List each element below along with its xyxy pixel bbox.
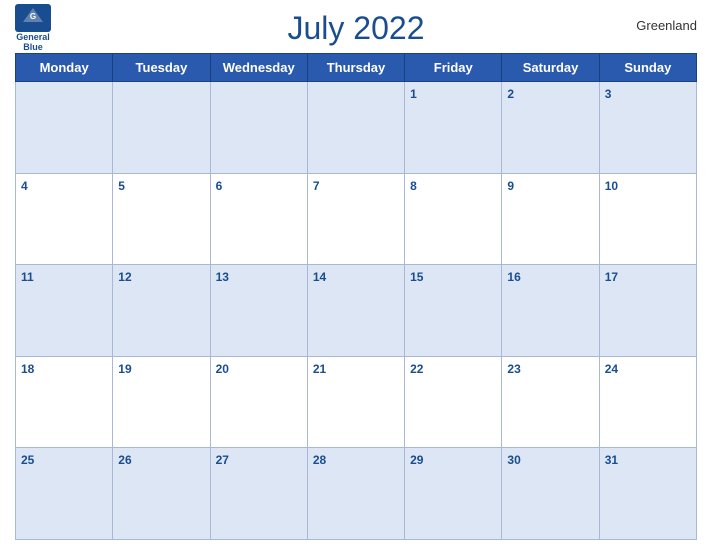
col-wednesday: Wednesday: [210, 54, 307, 82]
logo: G General Blue: [15, 4, 51, 53]
calendar-cell: 8: [405, 173, 502, 265]
region-label: Greenland: [636, 18, 697, 33]
col-thursday: Thursday: [307, 54, 404, 82]
day-number: 11: [21, 270, 34, 284]
calendar-week-row: 4 5 6 7 8 9 10: [16, 173, 697, 265]
col-saturday: Saturday: [502, 54, 599, 82]
day-number: 23: [507, 362, 520, 376]
calendar-cell: 2: [502, 82, 599, 174]
calendar-cell: 11: [16, 265, 113, 357]
calendar-cell: [16, 82, 113, 174]
calendar-cell: 14: [307, 265, 404, 357]
calendar-cell: 10: [599, 173, 696, 265]
calendar-cell: [307, 82, 404, 174]
weekday-header-row: Monday Tuesday Wednesday Thursday Friday…: [16, 54, 697, 82]
day-number: 9: [507, 179, 514, 193]
col-monday: Monday: [16, 54, 113, 82]
calendar-cell: 29: [405, 448, 502, 540]
day-number: 27: [216, 453, 229, 467]
calendar-week-row: 11 12 13 14 15 16 17: [16, 265, 697, 357]
calendar-cell: 30: [502, 448, 599, 540]
day-number: 1: [410, 87, 417, 101]
calendar-cell: 26: [113, 448, 210, 540]
day-number: 24: [605, 362, 618, 376]
day-number: 28: [313, 453, 326, 467]
calendar-cell: 21: [307, 356, 404, 448]
month-title: July 2022: [288, 10, 425, 47]
logo-text: General Blue: [16, 33, 50, 53]
day-number: 31: [605, 453, 618, 467]
calendar-cell: 23: [502, 356, 599, 448]
day-number: 3: [605, 87, 612, 101]
calendar-cell: 15: [405, 265, 502, 357]
calendar-header: G General Blue July 2022 Greenland: [15, 10, 697, 47]
calendar-cell: [210, 82, 307, 174]
day-number: 26: [118, 453, 131, 467]
day-number: 18: [21, 362, 34, 376]
day-number: 15: [410, 270, 423, 284]
day-number: 4: [21, 179, 28, 193]
col-tuesday: Tuesday: [113, 54, 210, 82]
calendar-cell: 22: [405, 356, 502, 448]
calendar-cell: 16: [502, 265, 599, 357]
day-number: 30: [507, 453, 520, 467]
calendar-cell: 20: [210, 356, 307, 448]
calendar-cell: 18: [16, 356, 113, 448]
calendar-cell: 12: [113, 265, 210, 357]
calendar-cell: 6: [210, 173, 307, 265]
calendar-cell: 24: [599, 356, 696, 448]
calendar-cell: 9: [502, 173, 599, 265]
calendar-cell: [113, 82, 210, 174]
day-number: 13: [216, 270, 229, 284]
day-number: 12: [118, 270, 131, 284]
calendar-cell: 5: [113, 173, 210, 265]
calendar-cell: 31: [599, 448, 696, 540]
day-number: 14: [313, 270, 326, 284]
calendar-cell: 19: [113, 356, 210, 448]
calendar-week-row: 18 19 20 21 22 23 24: [16, 356, 697, 448]
day-number: 20: [216, 362, 229, 376]
day-number: 8: [410, 179, 417, 193]
day-number: 25: [21, 453, 34, 467]
day-number: 22: [410, 362, 423, 376]
calendar-week-row: 25 26 27 28 29 30 31: [16, 448, 697, 540]
calendar-cell: 3: [599, 82, 696, 174]
calendar-week-row: 1 2 3: [16, 82, 697, 174]
day-number: 16: [507, 270, 520, 284]
calendar-cell: 17: [599, 265, 696, 357]
day-number: 17: [605, 270, 618, 284]
calendar-cell: 25: [16, 448, 113, 540]
calendar-table: Monday Tuesday Wednesday Thursday Friday…: [15, 53, 697, 540]
day-number: 21: [313, 362, 326, 376]
day-number: 2: [507, 87, 514, 101]
day-number: 6: [216, 179, 223, 193]
col-sunday: Sunday: [599, 54, 696, 82]
day-number: 7: [313, 179, 320, 193]
calendar-cell: 7: [307, 173, 404, 265]
day-number: 5: [118, 179, 125, 193]
calendar-cell: 28: [307, 448, 404, 540]
day-number: 29: [410, 453, 423, 467]
day-number: 19: [118, 362, 131, 376]
day-number: 10: [605, 179, 618, 193]
calendar-cell: 4: [16, 173, 113, 265]
calendar-cell: 1: [405, 82, 502, 174]
calendar-cell: 27: [210, 448, 307, 540]
calendar-cell: 13: [210, 265, 307, 357]
col-friday: Friday: [405, 54, 502, 82]
